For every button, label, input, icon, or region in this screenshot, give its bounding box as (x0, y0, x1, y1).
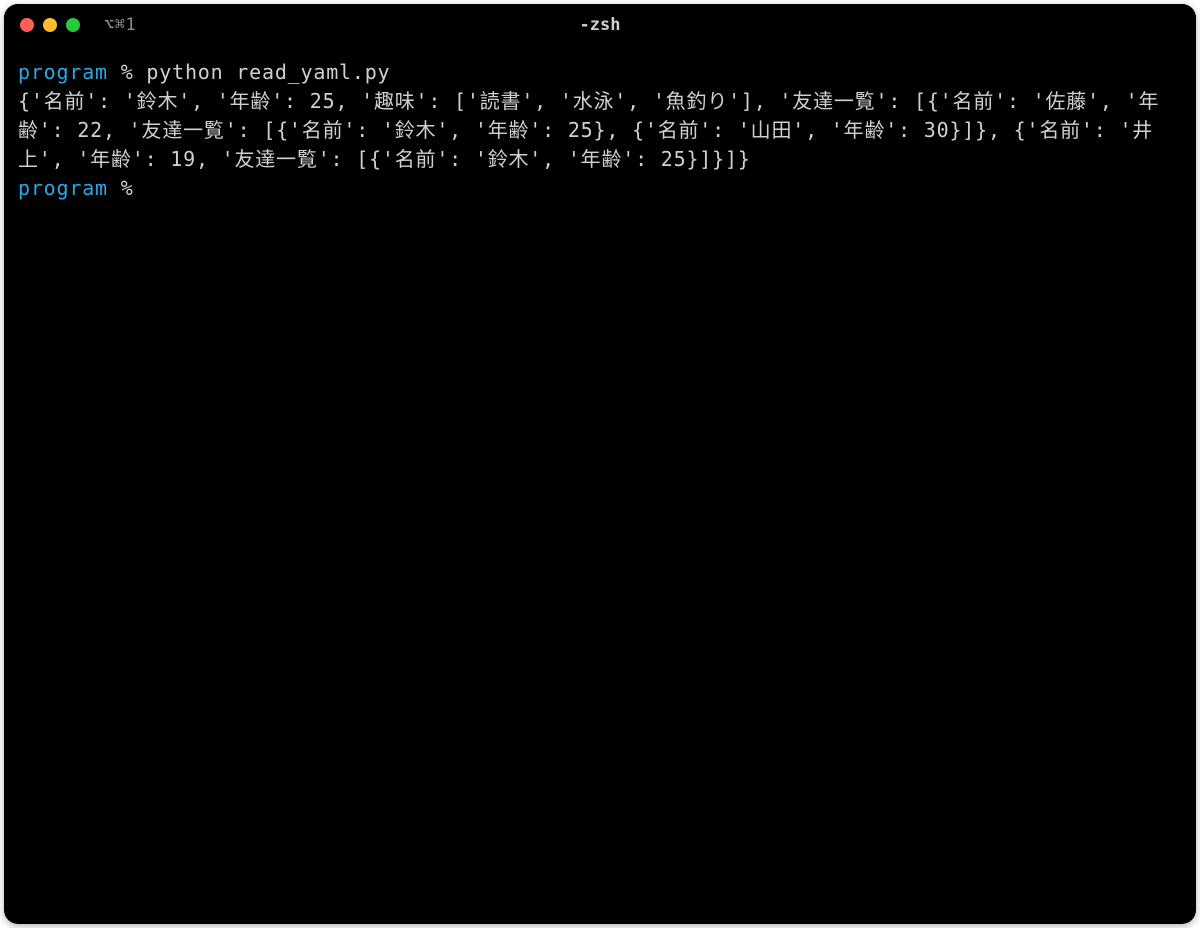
output-line: {'名前': '鈴木', '年齢': 25, '趣味': ['読書', '水泳'… (18, 89, 1159, 171)
terminal-body[interactable]: program % python read_yaml.py {'名前': '鈴木… (4, 46, 1196, 924)
prompt-separator: % (108, 60, 147, 84)
minimize-icon[interactable] (43, 18, 57, 32)
traffic-lights (20, 18, 80, 32)
tab-label: ⌥⌘1 (104, 15, 136, 35)
prompt-dir: program (18, 176, 108, 200)
titlebar[interactable]: ⌥⌘1 -zsh (4, 4, 1196, 46)
command-text: python read_yaml.py (146, 60, 390, 84)
prompt-dir: program (18, 60, 108, 84)
close-icon[interactable] (20, 18, 34, 32)
terminal-line: program % python read_yaml.py (18, 60, 390, 84)
terminal-window: ⌥⌘1 -zsh program % python read_yaml.py {… (4, 4, 1196, 924)
zoom-icon[interactable] (66, 18, 80, 32)
window-title: -zsh (580, 15, 621, 35)
prompt-separator: % (108, 176, 147, 200)
terminal-line: program % (18, 176, 146, 200)
